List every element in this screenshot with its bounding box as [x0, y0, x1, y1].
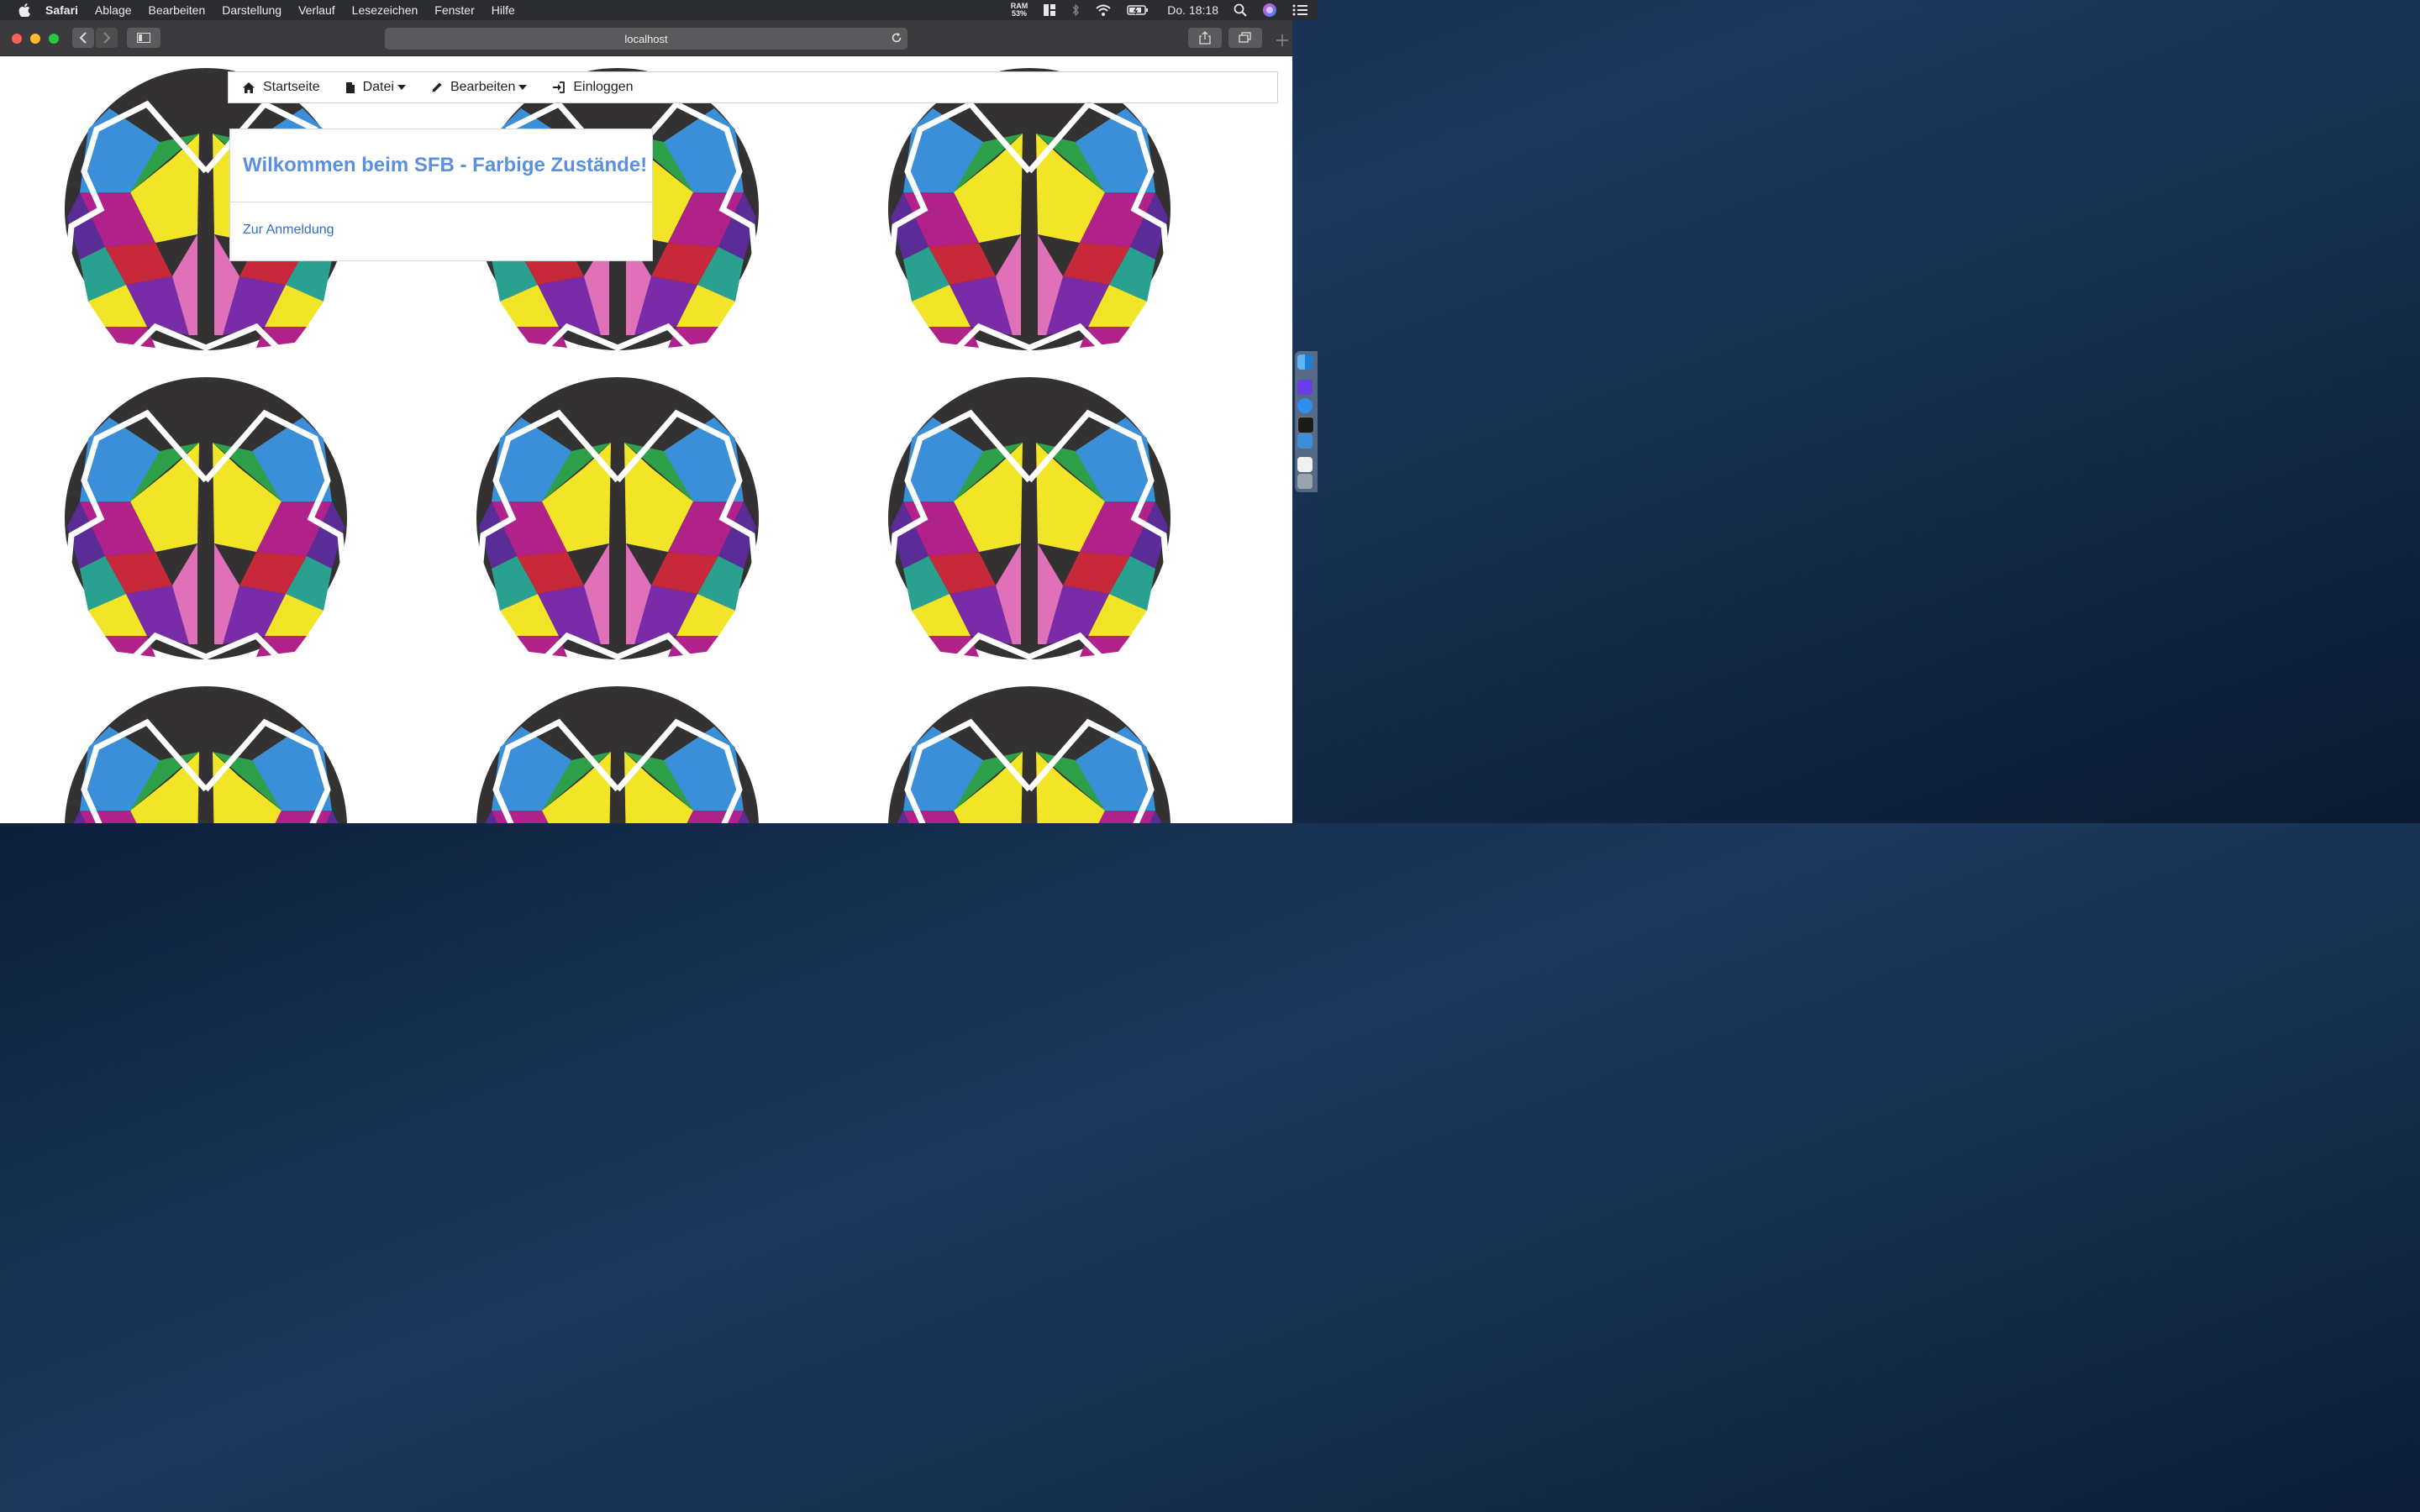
notification-center-icon[interactable]: [1292, 4, 1307, 16]
menu-lesezeichen[interactable]: Lesezeichen: [352, 3, 418, 17]
welcome-panel-body: Zur Anmeldung: [230, 202, 652, 258]
nav-home-label: Startseite: [263, 80, 320, 94]
nav-login[interactable]: Einloggen: [552, 80, 634, 95]
window-layout-icon[interactable]: [1043, 3, 1056, 17]
site-navbar: Startseite Datei Bearbeiten Einloggen: [228, 71, 1278, 103]
back-button[interactable]: [72, 28, 94, 48]
menu-ablage[interactable]: Ablage: [95, 3, 132, 17]
menu-hilfe[interactable]: Hilfe: [492, 3, 515, 17]
address-bar[interactable]: localhost: [385, 28, 908, 50]
welcome-panel-header: Wilkommen beim SFB - Farbige Zustände!: [230, 129, 652, 202]
menu-app-name[interactable]: Safari: [45, 3, 78, 17]
browser-toolbar: localhost: [0, 20, 1292, 56]
tabs-icon: [1239, 32, 1251, 43]
menu-fenster[interactable]: Fenster: [434, 3, 474, 17]
nav-edit-dropdown[interactable]: Bearbeiten: [431, 80, 528, 95]
new-tab-button[interactable]: [1276, 34, 1289, 50]
share-button[interactable]: [1188, 28, 1222, 48]
sidebar-toggle-button[interactable]: [127, 28, 160, 48]
nav-home[interactable]: Startseite: [242, 80, 320, 95]
intellij-icon[interactable]: [1297, 380, 1313, 395]
spotlight-search-icon[interactable]: [1234, 3, 1247, 17]
forward-button[interactable]: [96, 28, 118, 48]
butterfly-logo-image: [886, 685, 1172, 823]
ram-monitor[interactable]: RAM 53%: [1011, 3, 1028, 18]
safari-icon[interactable]: [1297, 398, 1313, 413]
close-window-button[interactable]: [12, 34, 22, 44]
chevron-left-icon: [79, 32, 87, 44]
login-link[interactable]: Zur Anmeldung: [243, 223, 334, 237]
butterfly-logo-image: [886, 375, 1172, 661]
battery-icon[interactable]: [1127, 4, 1149, 16]
documents-stack-icon[interactable]: [1297, 457, 1313, 472]
url-text[interactable]: localhost: [624, 33, 667, 45]
butterfly-logo-image: [886, 66, 1172, 352]
butterfly-logo-image: [475, 685, 760, 823]
caret-down-icon: [518, 85, 528, 90]
ram-value: 53%: [1012, 9, 1028, 18]
welcome-panel: Wilkommen beim SFB - Farbige Zustände! Z…: [229, 129, 653, 261]
preview-icon[interactable]: [1297, 433, 1313, 449]
apple-icon[interactable]: [18, 3, 32, 17]
terminal-icon[interactable]: [1297, 417, 1314, 433]
caret-down-icon: [397, 85, 406, 90]
nav-file-label: Datei: [362, 80, 394, 94]
siri-icon[interactable]: [1262, 3, 1277, 18]
menu-darstellung[interactable]: Darstellung: [222, 3, 281, 17]
sidebar-icon: [137, 33, 150, 43]
browser-window: localhost Startseite Datei Bearbeiten Ei…: [0, 20, 1292, 823]
tab-overview-button[interactable]: [1228, 28, 1262, 48]
menu-verlauf[interactable]: Verlauf: [298, 3, 335, 17]
sign-in-icon: [553, 81, 566, 93]
chevron-right-icon: [103, 32, 111, 44]
butterfly-logo-image: [63, 375, 349, 661]
nav-file-dropdown[interactable]: Datei: [345, 80, 406, 95]
butterfly-logo-image: [63, 685, 349, 823]
nav-edit-label: Bearbeiten: [450, 80, 516, 94]
reload-icon[interactable]: [891, 32, 902, 46]
page-content: Startseite Datei Bearbeiten Einloggen Wi…: [0, 56, 1292, 823]
nav-login-label: Einloggen: [573, 80, 634, 94]
minimize-window-button[interactable]: [30, 34, 40, 44]
share-icon: [1199, 31, 1211, 45]
menu-clock[interactable]: Do. 18:18: [1167, 3, 1218, 17]
welcome-title: Wilkommen beim SFB - Farbige Zustände!: [243, 154, 648, 176]
fullscreen-window-button[interactable]: [49, 34, 59, 44]
menu-bearbeiten[interactable]: Bearbeiten: [149, 3, 206, 17]
bluetooth-icon[interactable]: [1071, 3, 1080, 17]
home-icon: [243, 81, 255, 93]
finder-icon[interactable]: [1297, 354, 1313, 370]
butterfly-logo-image: [475, 375, 760, 661]
file-icon: [345, 81, 355, 93]
dock: [1295, 351, 1318, 492]
plus-icon: [1276, 34, 1288, 46]
trash-icon[interactable]: [1297, 474, 1313, 489]
wifi-icon[interactable]: [1095, 3, 1112, 17]
pencil-icon: [432, 82, 442, 92]
menu-bar: Safari Ablage Bearbeiten Darstellung Ver…: [0, 0, 1318, 20]
